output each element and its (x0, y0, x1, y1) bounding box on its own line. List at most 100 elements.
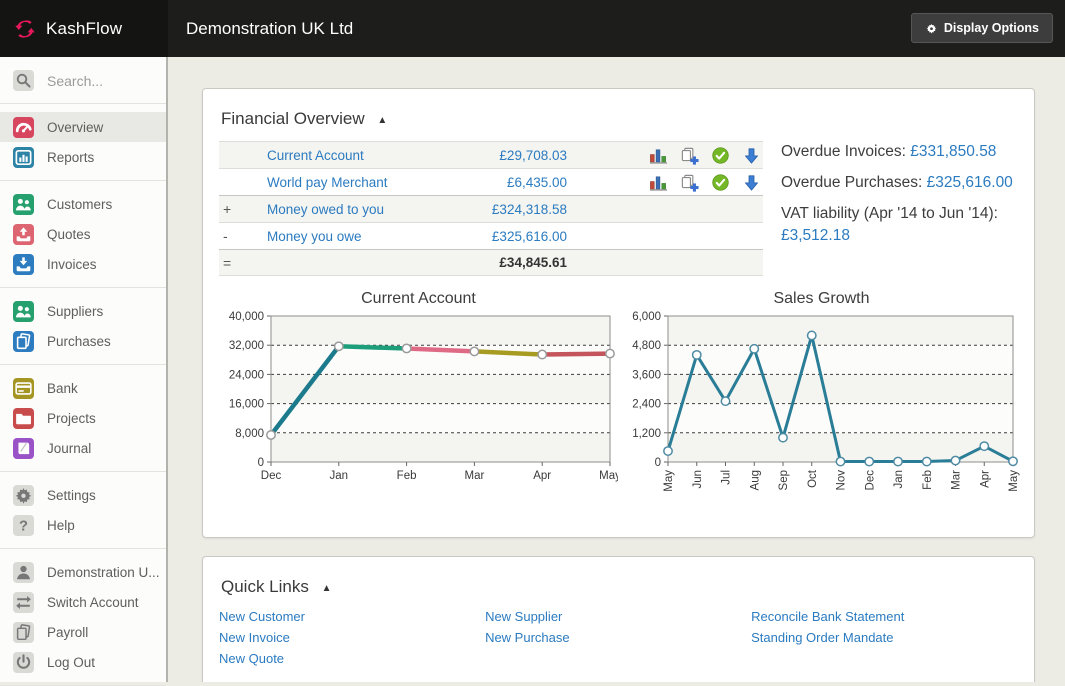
brand[interactable]: KashFlow (0, 0, 168, 57)
sidebar-item-switch-account[interactable]: Switch Account (0, 587, 166, 617)
summary-line-vat-liability-apr-14-to-jun-14: VAT liability (Apr '14 to Jun '14): £3,5… (781, 203, 1043, 247)
gauge-icon (13, 117, 34, 138)
question-icon: ? (13, 515, 34, 536)
svg-text:Dec: Dec (261, 470, 282, 482)
svg-text:1,200: 1,200 (632, 428, 661, 440)
sidebar-item-label: Switch Account (47, 595, 139, 610)
account-row-world-pay-merchant: World pay Merchant £6,435.00 (219, 168, 763, 195)
tray-down-icon (13, 254, 34, 275)
sidebar-item-label: Bank (47, 381, 78, 396)
collapse-triangle-icon[interactable]: ▲ (322, 583, 332, 594)
summary-value-link[interactable]: £331,850.58 (910, 143, 996, 160)
svg-text:Mar: Mar (464, 470, 484, 482)
quick-link-new-customer[interactable]: New Customer (219, 609, 485, 624)
sidebar-item-projects[interactable]: Projects (0, 403, 166, 433)
main-content: Financial Overview ▲ Current Account £29,… (170, 57, 1065, 682)
chart-icon[interactable] (649, 146, 668, 165)
account-row-total: =£34,845.61 (219, 249, 763, 276)
check-icon[interactable] (711, 173, 730, 192)
collapse-triangle-icon[interactable]: ▲ (377, 115, 387, 126)
svg-text:4,800: 4,800 (632, 340, 661, 352)
account-link[interactable]: Money you owe (267, 229, 362, 244)
amount-link[interactable]: £324,318.58 (492, 202, 567, 217)
svg-text:Mar: Mar (951, 470, 963, 490)
sidebar-item-quotes[interactable]: Quotes (0, 219, 166, 249)
account-amount: £325,616.00 (447, 229, 567, 244)
svg-text:Jun: Jun (692, 470, 704, 489)
svg-text:May: May (599, 470, 618, 482)
sidebar-item-help[interactable]: ?Help (0, 510, 166, 540)
sidebar-item-overview[interactable]: Overview (0, 112, 166, 142)
chart-title: Current Account (219, 290, 618, 308)
account-amount: £324,318.58 (447, 202, 567, 217)
sidebar-item-log-out[interactable]: Log Out (0, 647, 166, 677)
summary-value-link[interactable]: £3,512.18 (781, 227, 850, 244)
overdue-summary: Overdue Invoices: £331,850.58Overdue Pur… (763, 141, 1043, 276)
quick-link-new-supplier[interactable]: New Supplier (485, 609, 751, 624)
sidebar-item-label: Purchases (47, 334, 111, 349)
amount-link[interactable]: £6,435.00 (507, 175, 567, 190)
brand-name: KashFlow (46, 19, 122, 39)
sidebar-group: Settings ?Help (0, 472, 166, 549)
search-input[interactable] (47, 73, 152, 89)
company-title: Demonstration UK Ltd (186, 19, 353, 39)
quick-links-column: Reconcile Bank Statement Standing Order M… (751, 609, 1017, 672)
sidebar-item-label: Journal (47, 441, 91, 456)
power-icon (13, 652, 34, 673)
chart-icon[interactable] (649, 173, 668, 192)
sidebar-item-label: Reports (47, 150, 94, 165)
sidebar-item-suppliers[interactable]: Suppliers (0, 296, 166, 326)
copy-plus-icon[interactable] (680, 173, 699, 192)
copy-plus-icon[interactable] (680, 146, 699, 165)
amount-link[interactable]: £29,708.03 (499, 148, 567, 163)
search-icon[interactable] (13, 70, 34, 91)
svg-text:May: May (1008, 470, 1020, 492)
panel-title: Quick Links (221, 577, 309, 596)
check-icon[interactable] (711, 146, 730, 165)
display-options-button[interactable]: Display Options (911, 13, 1053, 43)
quick-links-panel: Quick Links ▲ New CustomerNew InvoiceNew… (202, 556, 1035, 682)
sidebar-item-demonstration-u[interactable]: Demonstration U... (0, 557, 166, 587)
svg-text:8,000: 8,000 (235, 428, 264, 440)
sidebar-group: Bank Projects Journal (0, 365, 166, 472)
quick-links-column: New Customer New Invoice New Quote (219, 609, 485, 672)
svg-text:Aug: Aug (749, 470, 761, 490)
account-link[interactable]: Current Account (267, 148, 364, 163)
sidebar-item-label: Customers (47, 197, 112, 212)
sidebar-item-reports[interactable]: Reports (0, 142, 166, 172)
svg-text:24,000: 24,000 (229, 369, 264, 381)
svg-text:Apr: Apr (533, 470, 551, 482)
sidebar-item-label: Quotes (47, 227, 91, 242)
summary-value-link[interactable]: £325,616.00 (927, 174, 1013, 191)
row-actions (633, 146, 763, 165)
download-icon[interactable] (742, 146, 761, 165)
quick-link-standing-order-mandate[interactable]: Standing Order Mandate (751, 630, 1017, 645)
quick-link-new-quote[interactable]: New Quote (219, 651, 485, 666)
sidebar-item-customers[interactable]: Customers (0, 189, 166, 219)
sidebar-item-payroll[interactable]: Payroll (0, 617, 166, 647)
financial-overview-heading: Financial Overview ▲ (221, 109, 1018, 129)
barclays-eagle-icon (218, 283, 248, 315)
display-options-label: Display Options (944, 21, 1039, 35)
amount-link[interactable]: £325,616.00 (492, 229, 567, 244)
quick-link-new-purchase[interactable]: New Purchase (485, 630, 751, 645)
sidebar-item-label: Settings (47, 488, 96, 503)
sidebar-group: Suppliers Purchases (0, 288, 166, 365)
account-link[interactable]: World pay Merchant (267, 175, 388, 190)
svg-text:Dec: Dec (864, 470, 876, 491)
quick-link-reconcile-bank-statement[interactable]: Reconcile Bank Statement (751, 609, 1017, 624)
account-link[interactable]: Money owed to you (267, 202, 384, 217)
sidebar-item-bank[interactable]: Bank (0, 373, 166, 403)
sidebar-item-journal[interactable]: Journal (0, 433, 166, 463)
download-icon[interactable] (742, 173, 761, 192)
svg-text:32,000: 32,000 (229, 340, 264, 352)
svg-text:Sep: Sep (778, 470, 790, 490)
quick-link-new-invoice[interactable]: New Invoice (219, 630, 485, 645)
sidebar-item-settings[interactable]: Settings (0, 480, 166, 510)
sidebar-item-purchases[interactable]: Purchases (0, 326, 166, 356)
gear-icon (13, 485, 34, 506)
quick-links-heading: Quick Links ▲ (221, 577, 1018, 597)
sidebar-item-invoices[interactable]: Invoices (0, 249, 166, 279)
search-row (0, 57, 166, 104)
summary-label: Overdue Purchases: (781, 174, 927, 191)
